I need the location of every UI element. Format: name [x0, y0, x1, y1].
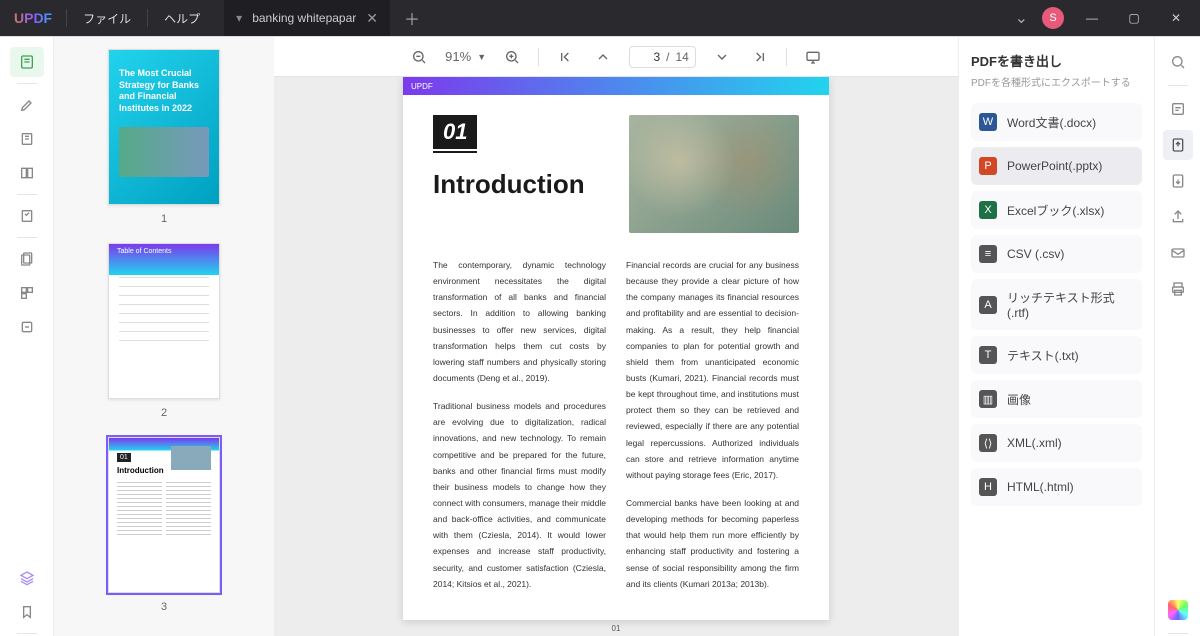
page-content: UPDF 01 Introduction The contemporary, d…	[403, 77, 829, 620]
export-panel: PDFを書き出し PDFを各種形式にエクスポートする WWord文書(.docx…	[958, 37, 1154, 636]
xml-icon: ⟨⟩	[979, 434, 997, 452]
export-html[interactable]: HHTML(.html)	[971, 468, 1142, 506]
left-tool-rail	[0, 37, 54, 636]
page-sep: /	[666, 50, 669, 64]
thumb3-label: 3	[161, 601, 167, 613]
zoom-dropdown-icon[interactable]: ▼	[477, 52, 486, 62]
search-icon[interactable]	[1163, 47, 1193, 77]
thumbnail-page-1[interactable]: The Most Crucial Strategy for Banks and …	[108, 49, 220, 205]
thumb1-label: 1	[161, 213, 167, 225]
thumb1-title: The Most Crucial Strategy for Banks and …	[109, 50, 219, 121]
right-tool-rail	[1154, 37, 1200, 636]
compress-icon[interactable]	[1163, 166, 1193, 196]
print-icon[interactable]	[1163, 274, 1193, 304]
crop-tool[interactable]	[10, 278, 44, 308]
new-tab-button[interactable]: ＋	[390, 6, 434, 30]
header-image	[629, 115, 799, 233]
rtf-icon: A	[979, 296, 997, 314]
excel-icon: X	[979, 201, 997, 219]
export-icon[interactable]	[1163, 130, 1193, 160]
body-text: Commercial banks have been looking at an…	[626, 495, 799, 592]
window-close-button[interactable]: ✕	[1162, 4, 1190, 32]
page-number: 01	[403, 624, 829, 633]
app-logo: UPDF	[0, 10, 66, 26]
main-area: The Most Crucial Strategy for Banks and …	[0, 36, 1200, 636]
thumb2-label: 2	[161, 407, 167, 419]
export-powerpoint[interactable]: PPowerPoint(.pptx)	[971, 147, 1142, 185]
last-page-button[interactable]	[748, 45, 772, 69]
zoom-out-button[interactable]	[407, 45, 431, 69]
export-excel[interactable]: XExcelブック(.xlsx)	[971, 191, 1142, 229]
export-xml[interactable]: ⟨⟩XML(.xml)	[971, 424, 1142, 462]
zoom-in-button[interactable]	[500, 45, 524, 69]
redact-tool[interactable]	[10, 312, 44, 342]
pages-tool[interactable]	[10, 244, 44, 274]
image-icon: ▥	[979, 390, 997, 408]
form-tool[interactable]	[10, 201, 44, 231]
note-tool[interactable]	[10, 124, 44, 154]
menu-help[interactable]: ヘルプ	[148, 0, 216, 36]
body-text: The contemporary, dynamic technology env…	[433, 257, 606, 386]
page-indicator: / 14	[629, 46, 696, 68]
next-page-button[interactable]	[710, 45, 734, 69]
thumbnail-page-2[interactable]: Table of Contents	[108, 243, 220, 399]
page-brand: UPDF	[411, 82, 433, 91]
titlebar-chevron-icon[interactable]: ⌄	[1015, 8, 1028, 28]
present-button[interactable]	[801, 45, 825, 69]
powerpoint-icon: P	[979, 157, 997, 175]
thumb2-toc: Table of Contents	[109, 244, 219, 259]
word-icon: W	[979, 113, 997, 131]
section-number: 01	[433, 115, 477, 149]
csv-icon: ≡	[979, 245, 997, 263]
viewer: 91% ▼ / 14 UPDF 0	[274, 37, 958, 636]
reader-tool[interactable]	[10, 47, 44, 77]
document-canvas[interactable]: UPDF 01 Introduction The contemporary, d…	[274, 77, 958, 636]
tab-dropdown-icon[interactable]: ▾	[236, 11, 242, 25]
html-icon: H	[979, 478, 997, 496]
zoom-value: 91%	[445, 49, 471, 64]
titlebar: UPDF ファイル ヘルプ ▾ banking whitepapar ✕ ＋ ⌄…	[0, 0, 1200, 36]
window-maximize-button[interactable]: ▢	[1120, 4, 1148, 32]
first-page-button[interactable]	[553, 45, 577, 69]
menu-file[interactable]: ファイル	[67, 0, 147, 36]
window-minimize-button[interactable]: —	[1078, 4, 1106, 32]
export-rtf[interactable]: Aリッチテキスト形式(.rtf)	[971, 279, 1142, 330]
bookmark-icon[interactable]	[10, 597, 44, 627]
export-txt[interactable]: Tテキスト(.txt)	[971, 336, 1142, 374]
email-icon[interactable]	[1163, 238, 1193, 268]
thumbnail-page-3[interactable]: 01 Introduction	[108, 437, 220, 593]
theme-icon[interactable]	[1163, 595, 1193, 625]
highlight-tool[interactable]	[10, 90, 44, 120]
export-image[interactable]: ▥画像	[971, 380, 1142, 418]
export-csv[interactable]: ≡CSV (.csv)	[971, 235, 1142, 273]
layers-icon[interactable]	[10, 563, 44, 593]
body-text: Financial records are crucial for any bu…	[626, 257, 799, 483]
export-subtitle: PDFを各種形式にエクスポートする	[971, 74, 1142, 89]
user-avatar[interactable]: S	[1042, 7, 1064, 29]
txt-icon: T	[979, 346, 997, 364]
export-word[interactable]: WWord文書(.docx)	[971, 103, 1142, 141]
document-tab[interactable]: ▾ banking whitepapar ✕	[224, 0, 390, 36]
book-tool[interactable]	[10, 158, 44, 188]
prev-page-button[interactable]	[591, 45, 615, 69]
tab-close-icon[interactable]: ✕	[366, 10, 378, 27]
tab-title: banking whitepapar	[252, 11, 356, 25]
viewer-toolbar: 91% ▼ / 14	[274, 37, 958, 77]
body-text: Traditional business models and procedur…	[433, 398, 606, 592]
export-title: PDFを書き出し	[971, 51, 1142, 70]
thumbnail-panel: The Most Crucial Strategy for Banks and …	[54, 37, 274, 636]
section-title: Introduction	[433, 169, 609, 200]
page-input[interactable]	[636, 50, 660, 64]
share-icon[interactable]	[1163, 202, 1193, 232]
page-total: 14	[675, 50, 688, 64]
ocr-icon[interactable]	[1163, 94, 1193, 124]
